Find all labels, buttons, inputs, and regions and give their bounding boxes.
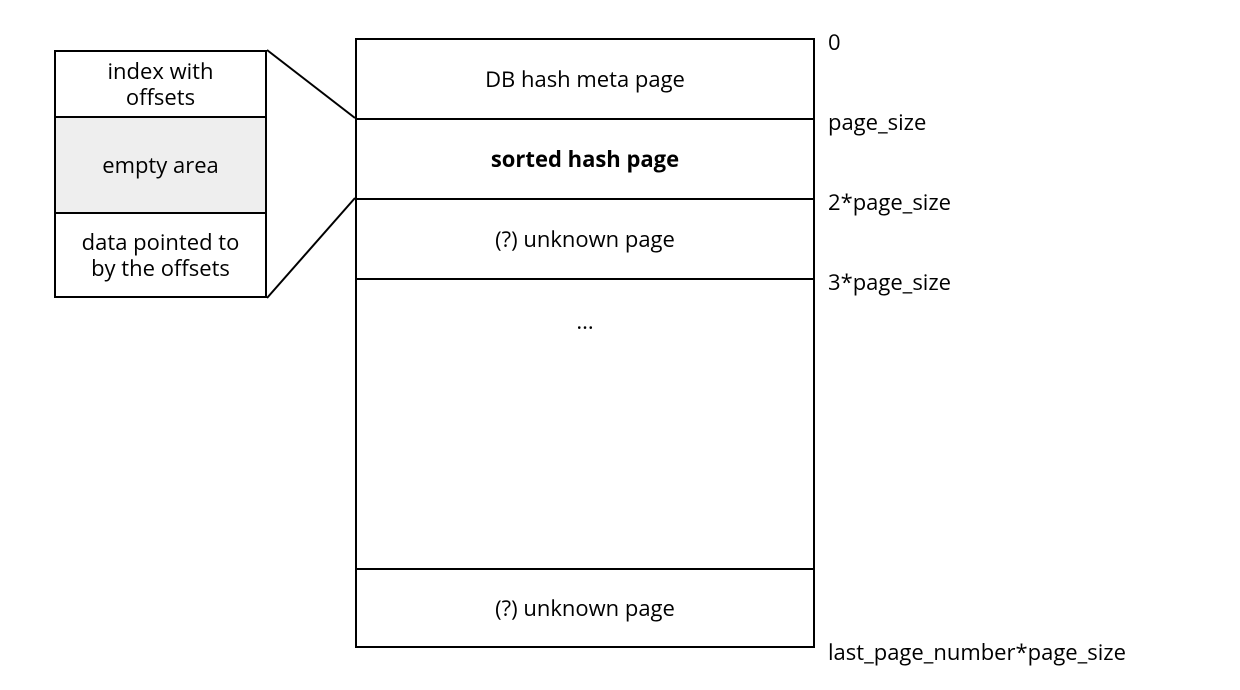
page-meta: DB hash meta page <box>355 38 815 118</box>
detail-empty-label: empty area <box>102 152 219 178</box>
offset-3-page-size: 3*page_size <box>828 267 951 297</box>
page-unknown1-label: (?) unknown page <box>495 226 675 252</box>
page-sorted: sorted hash page <box>355 118 815 198</box>
detail-empty-area: empty area <box>54 116 267 212</box>
page-sorted-label: sorted hash page <box>491 146 679 172</box>
detail-index-with-offsets: index with offsets <box>54 50 267 116</box>
page-ellipsis-label: ... <box>576 308 593 334</box>
page-ellipsis: ... <box>355 278 815 568</box>
diagram-stage: index with offsets empty area data point… <box>0 0 1240 690</box>
detail-index-label: index with offsets <box>107 58 213 111</box>
page-unknown2-label: (?) unknown page <box>495 595 675 621</box>
offset-page-size: page_size <box>828 107 926 137</box>
page-unknown-last: (?) unknown page <box>355 568 815 648</box>
offset-2-page-size: 2*page_size <box>828 187 951 217</box>
page-meta-label: DB hash meta page <box>485 66 685 92</box>
detail-data-label: data pointed to by the offsets <box>82 229 240 282</box>
offset-last: last_page_number*page_size <box>828 637 1126 667</box>
detail-data-pointed: data pointed to by the offsets <box>54 212 267 298</box>
offset-0: 0 <box>828 27 841 57</box>
page-unknown-1: (?) unknown page <box>355 198 815 278</box>
